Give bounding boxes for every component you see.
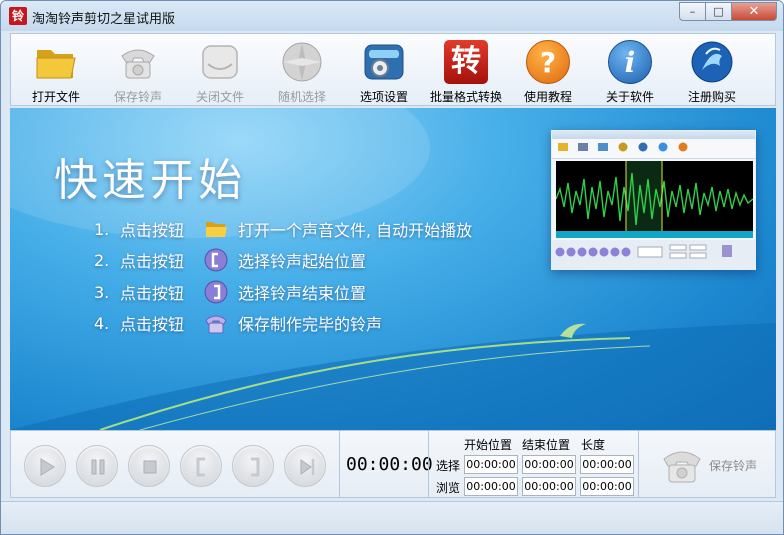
separator [428,431,429,497]
random-select-button[interactable]: 随机选择 [261,34,343,106]
phone-icon [205,315,227,334]
convert-icon: 转 [444,40,488,84]
stop-button[interactable] [128,445,170,487]
quick-start-title: 快速开始 [54,155,246,206]
col-end-position: 结束位置 [522,438,571,452]
step-2: 2. 点击按钮 选择铃声起始位置 [94,247,366,273]
register-button[interactable]: 注册购买 [671,34,753,106]
end-mark-icon [204,280,228,304]
waveform-graphic [555,161,754,238]
play-button[interactable] [24,445,66,487]
title-bar[interactable]: 铃 淘淘铃声剪切之星试用版 – □ ✕ [1,1,783,31]
step-text: 选择铃声起始位置 [238,252,367,271]
row-label-selection: 选择 [436,459,461,473]
pause-icon [91,459,105,475]
about-label: 关于软件 [605,90,654,104]
current-time-display: 00:00:00 [346,454,433,475]
about-button[interactable]: i 关于软件 [589,34,671,106]
play-selection-icon [300,459,315,475]
browse-length-field[interactable]: 00:00:00 [580,477,634,496]
help-icon: ? [526,40,570,84]
set-end-button[interactable] [232,445,274,487]
step-number: 4. [94,313,110,333]
preview-controls [552,240,755,270]
app-logo-icon: 铃 [9,7,27,25]
batch-convert-label: 批量格式转换 [429,90,502,104]
step-number: 3. [94,282,110,302]
quick-start-banner: 快速开始 1. 点击按钮 打开一个声音文件, 自动开始播放 2. 点击按钮 选择… [10,108,776,430]
window-title: 淘淘铃声剪切之星试用版 [32,12,176,27]
register-icon [691,41,733,83]
col-start-position: 开始位置 [464,438,513,452]
step-number: 2. [94,250,110,270]
open-file-button[interactable]: 打开文件 [15,34,97,106]
tutorial-button[interactable]: ? 使用教程 [507,34,589,106]
app-preview-thumbnail [551,130,756,270]
browse-start-field[interactable]: 00:00:00 [464,477,518,496]
step-action: 点击按钮 [120,315,185,334]
save-ringtone-bottom-button[interactable]: 保存铃声 [654,441,772,489]
save-ringtone-button[interactable]: 保存铃声 [97,34,179,106]
maximize-button[interactable]: □ [706,2,732,21]
close-file-button[interactable]: 关闭文件 [179,34,261,106]
pause-button[interactable] [76,445,118,487]
step-text: 保存制作完毕的铃声 [238,315,383,334]
step-number: 1. [94,219,110,239]
open-file-label: 打开文件 [31,90,80,104]
batch-convert-button[interactable]: 转 批量格式转换 [425,34,507,106]
step-1: 1. 点击按钮 打开一个声音文件, 自动开始播放 [94,216,472,242]
gear-window-icon [364,44,404,80]
step-text: 打开一个声音文件, 自动开始播放 [238,221,473,240]
register-label: 注册购买 [687,90,736,104]
close-file-icon [202,45,238,79]
step-action: 点击按钮 [120,284,185,303]
save-ringtone-label: 保存铃声 [113,90,162,104]
phone-icon [663,451,701,483]
tutorial-label: 使用教程 [523,90,572,104]
phone-icon [121,49,155,79]
set-start-button[interactable] [180,445,222,487]
options-label: 选项设置 [359,90,408,104]
selection-start-field[interactable]: 00:00:00 [464,455,518,474]
info-icon: i [608,40,652,84]
preview-control-icons [555,244,732,259]
close-file-label: 关闭文件 [195,90,244,104]
step-text: 选择铃声结束位置 [238,284,367,303]
col-length: 长度 [581,438,606,452]
stop-icon [143,460,157,474]
set-end-icon [251,457,260,477]
close-button[interactable]: ✕ [732,2,777,21]
start-mark-icon [204,248,228,272]
step-action: 点击按钮 [120,221,185,240]
separator [638,431,639,497]
set-start-icon [196,457,205,477]
toolbar: 打开文件 保存铃声 关闭文件 随机选择 选项设置 转 批量格式转换 ? 使用教程… [10,33,776,106]
options-button[interactable]: 选项设置 [343,34,425,106]
playback-panel: 00:00:00 开始位置 结束位置 长度 选择 00:00:00 00:00:… [10,430,776,498]
preview-title-bar [552,131,755,139]
random-select-label: 随机选择 [277,90,326,104]
play-icon [40,458,55,476]
play-selection-button[interactable] [284,445,326,487]
preview-toolbar-icons [558,142,688,152]
folder-icon [36,50,76,79]
step-3: 3. 点击按钮 选择铃声结束位置 [94,279,366,305]
minimize-button[interactable]: – [679,2,706,21]
step-4: 4. 点击按钮 保存制作完毕的铃声 [94,310,382,336]
app-window: 铃 淘淘铃声剪切之星试用版 – □ ✕ 打开文件 保存铃声 关闭文件 随机选择 … [0,0,784,535]
shuffle-disc-icon [282,42,322,82]
browse-end-field[interactable]: 00:00:00 [522,477,576,496]
row-label-browse: 浏览 [436,481,461,495]
selection-end-field[interactable]: 00:00:00 [522,455,576,474]
step-action: 点击按钮 [120,252,185,271]
preview-waveform [555,161,754,238]
status-bar [1,501,783,534]
separator [339,431,340,497]
preview-toolbar [552,139,755,159]
folder-icon [206,222,227,237]
save-ringtone-bottom-label: 保存铃声 [709,459,758,473]
selection-length-field[interactable]: 00:00:00 [580,455,634,474]
